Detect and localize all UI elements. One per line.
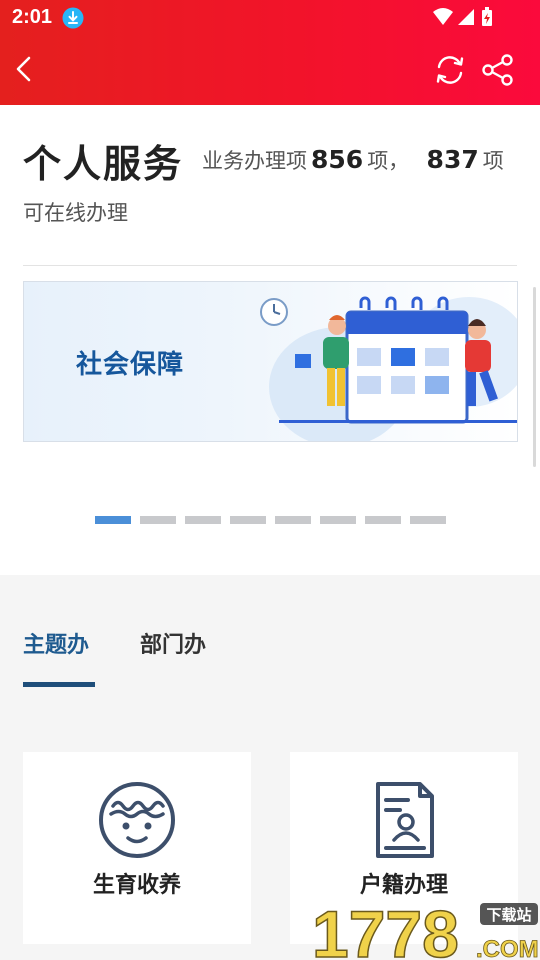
watermark-badge: 下载站	[486, 906, 531, 924]
status-time: 2:01	[12, 6, 53, 28]
watermark-logo: 1778 下载站 .COM	[311, 896, 539, 960]
download-notification-icon	[62, 7, 84, 29]
carousel-indicator	[95, 516, 455, 524]
watermark-digits: 1778	[312, 897, 459, 960]
status-bar: 2:01	[0, 0, 540, 36]
banner-social-security[interactable]: 社会保障	[23, 281, 518, 442]
summary-separator: 项，	[367, 149, 410, 173]
carousel-dot[interactable]	[275, 516, 311, 524]
card-label: 生育收养	[92, 873, 181, 898]
divider	[23, 265, 517, 266]
carousel-dot[interactable]	[230, 516, 266, 524]
carousel-dot[interactable]	[140, 516, 176, 524]
total-count: 856	[311, 145, 364, 174]
tab-indicator	[23, 682, 95, 687]
watermark-suffix: .COM	[476, 936, 539, 960]
household-register-icon	[376, 782, 434, 858]
page-title: 个人服务	[23, 142, 184, 186]
summary-suffix: 项	[482, 149, 504, 173]
battery-icon	[482, 7, 492, 26]
app-bar	[0, 36, 540, 105]
card-birth-adoption[interactable]: 生育收养	[23, 752, 251, 944]
system-status-icons	[433, 7, 492, 26]
carousel-dot[interactable]	[365, 516, 401, 524]
service-summary: 业务办理项 856 项， 837 项	[202, 145, 504, 175]
online-count: 837	[426, 145, 479, 174]
carousel-dot[interactable]	[185, 516, 221, 524]
tab-department[interactable]: 部门办	[140, 627, 206, 659]
scrollbar	[533, 287, 536, 467]
calendar-illustration	[260, 296, 517, 441]
baby-face-icon	[99, 782, 175, 858]
back-icon[interactable]	[10, 54, 36, 84]
carousel-dot[interactable]	[95, 516, 131, 524]
wifi-icon	[433, 8, 453, 25]
service-overview: 个人服务 业务办理项 856 项， 837 项 可在线办理 社会保障	[0, 105, 540, 575]
signal-icon	[458, 9, 474, 25]
carousel-dot[interactable]	[410, 516, 446, 524]
share-icon[interactable]	[480, 52, 516, 88]
app-header: 2:01	[0, 0, 540, 105]
banner-title: 社会保障	[76, 350, 185, 380]
refresh-icon[interactable]	[432, 52, 468, 88]
summary-line2: 可在线办理	[23, 201, 128, 225]
tab-theme[interactable]: 主题办	[23, 627, 89, 659]
carousel-dot[interactable]	[320, 516, 356, 524]
summary-prefix: 业务办理项	[202, 149, 307, 173]
